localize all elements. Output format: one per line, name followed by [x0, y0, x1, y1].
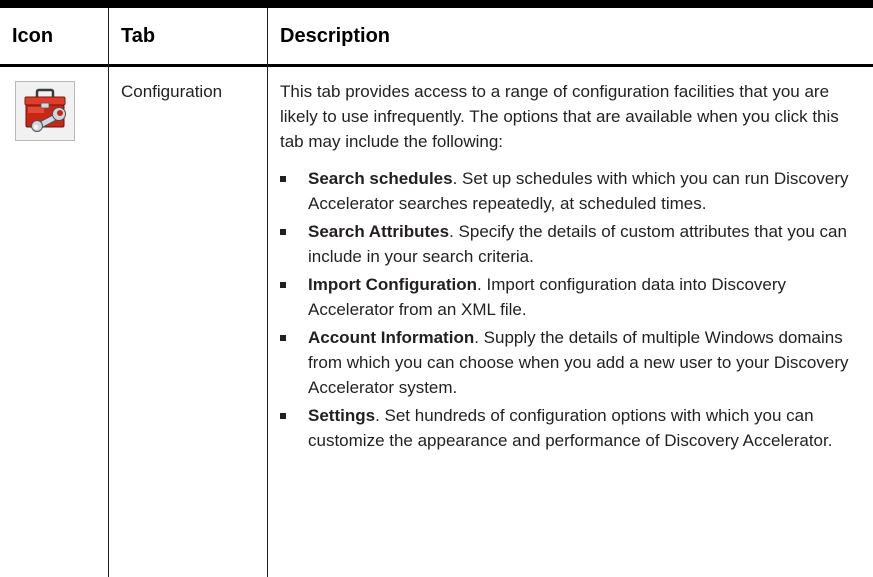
header-rule — [0, 64, 873, 67]
item-term: Account Information — [308, 328, 475, 347]
description-intro: This tab provides access to a range of c… — [280, 82, 839, 151]
header-tab: Tab — [121, 25, 156, 47]
table-top-rule — [0, 0, 873, 8]
header-icon: Icon — [12, 25, 54, 47]
options-list: Search schedules. Set up schedules with … — [280, 166, 865, 453]
header-description: Description — [280, 25, 391, 47]
item-term: Search Attributes — [308, 222, 450, 241]
bullet — [280, 229, 286, 235]
bullet — [280, 282, 286, 288]
tab-name: Configuration — [121, 82, 223, 101]
toolbox-wrench-icon — [15, 81, 75, 141]
list-item: Settings. Set hundreds of configuration … — [280, 403, 865, 453]
item-term: Search schedules — [308, 169, 453, 188]
description-cell: This tab provides access to a range of c… — [280, 79, 865, 456]
column-divider — [267, 8, 268, 577]
item-text: . Set hundreds of configuration options … — [308, 406, 833, 450]
list-item: Search schedules. Set up schedules with … — [280, 166, 865, 216]
list-item: Import Configuration. Import configurati… — [280, 272, 865, 322]
column-divider — [108, 8, 109, 577]
bullet — [280, 335, 286, 341]
list-item: Search Attributes. Specify the details o… — [280, 219, 865, 269]
list-item: Account Information. Supply the details … — [280, 325, 865, 400]
item-term: Import Configuration — [308, 275, 478, 294]
bullet — [280, 176, 286, 182]
bullet — [280, 413, 286, 419]
item-term: Settings — [308, 406, 376, 425]
